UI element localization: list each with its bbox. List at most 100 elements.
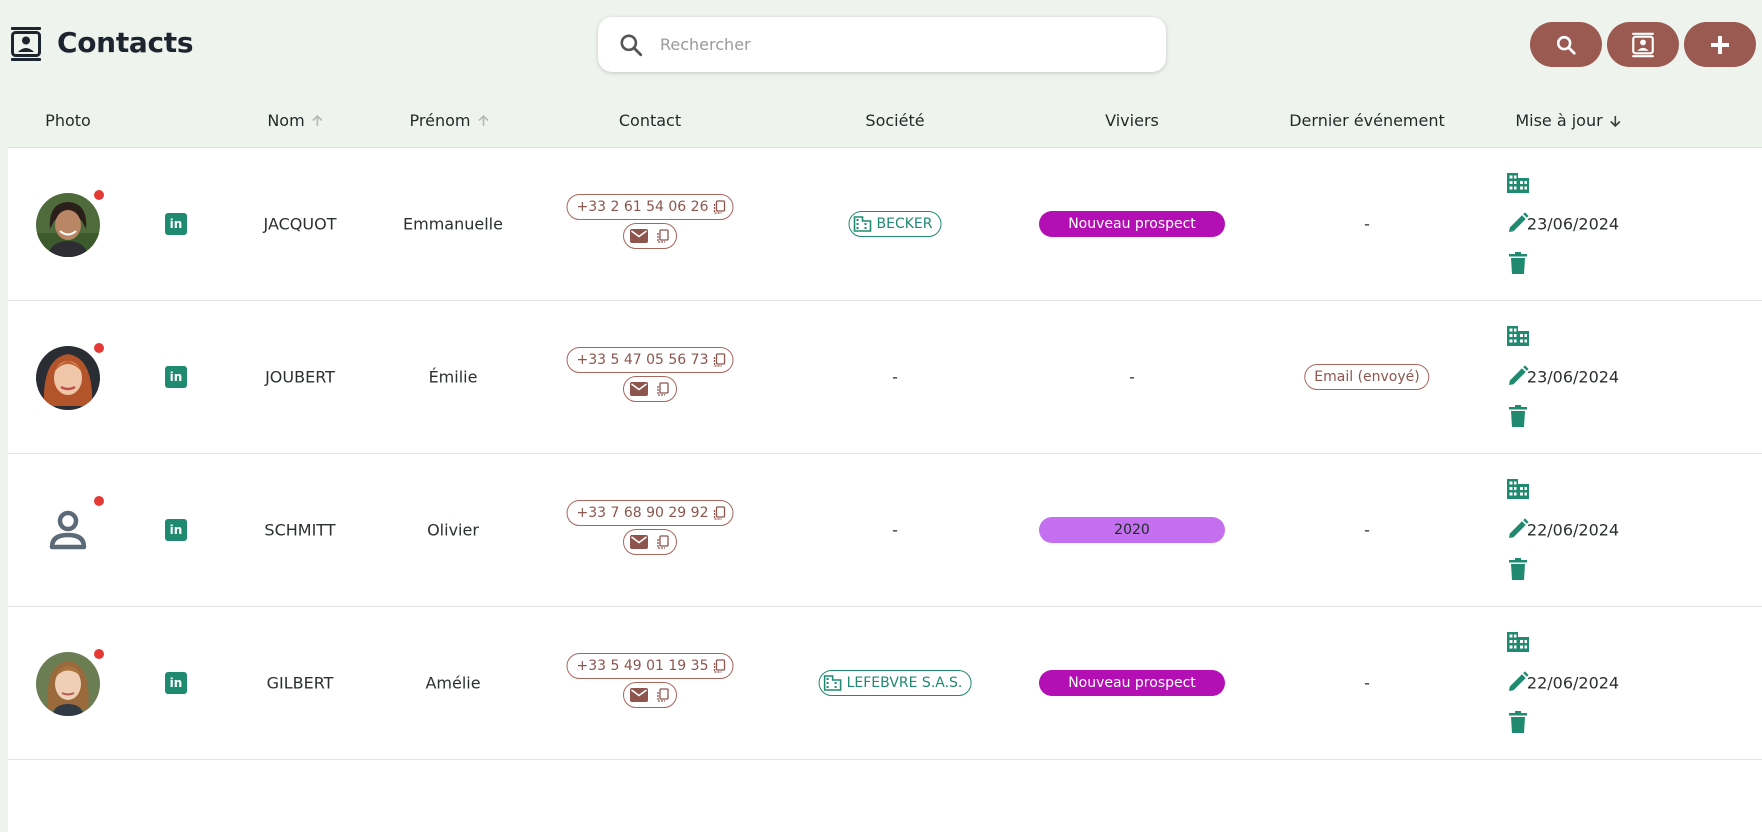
phone-chip[interactable]: +33 2 61 54 06 26 <box>566 194 734 220</box>
email-chip[interactable] <box>623 376 677 402</box>
company-link-button[interactable] <box>1503 474 1533 504</box>
table-row[interactable]: in GILBERT Amélie +33 5 49 01 19 35 LEFE… <box>8 607 1762 760</box>
contacts-icon <box>11 27 41 61</box>
cell-dernier-evenement: - <box>1364 674 1370 693</box>
trash-icon <box>1509 405 1527 427</box>
mail-icon[interactable] <box>630 229 648 243</box>
cell-mise-a-jour: 23/06/2024 <box>1526 367 1620 387</box>
table-row[interactable]: in JACQUOT Emmanuelle +33 2 61 54 06 26 … <box>8 148 1762 301</box>
status-dot <box>94 649 104 659</box>
mail-icon[interactable] <box>630 535 648 549</box>
linkedin-icon[interactable]: in <box>165 519 187 541</box>
company-chip[interactable]: LEFEBVRE S.A.S. <box>818 670 972 696</box>
phone-number: +33 2 61 54 06 26 <box>576 199 709 215</box>
cell-viviers: 2020 <box>1039 517 1225 543</box>
plus-icon <box>1711 35 1729 54</box>
copy-icon[interactable] <box>712 200 726 214</box>
company-empty: - <box>892 520 898 540</box>
cell-mise-a-jour: 22/06/2024 <box>1526 520 1620 540</box>
mail-icon[interactable] <box>630 688 648 702</box>
phone-number: +33 5 47 05 56 73 <box>576 352 709 368</box>
trash-icon <box>1509 558 1527 580</box>
cell-societe: - <box>892 368 898 387</box>
cell-nom: GILBERT <box>266 673 334 693</box>
edit-button[interactable] <box>1503 667 1533 697</box>
cell-societe: BECKER <box>848 211 942 237</box>
cell-prenom: Amélie <box>425 673 481 693</box>
search-input[interactable] <box>660 25 1150 63</box>
avatar <box>36 346 100 410</box>
cell-mise-a-jour: 22/06/2024 <box>1526 673 1620 693</box>
mail-icon[interactable] <box>630 382 648 396</box>
copy-icon[interactable] <box>712 659 726 673</box>
app-header: Contacts <box>0 0 1762 92</box>
cell-nom: SCHMITT <box>264 520 336 540</box>
company-empty: - <box>892 367 898 387</box>
cell-viviers: - <box>1129 368 1135 387</box>
event-empty: - <box>1364 214 1370 234</box>
table-row[interactable]: in SCHMITT Olivier +33 7 68 90 29 92 - 2… <box>8 454 1762 607</box>
trash-icon <box>1509 711 1527 733</box>
delete-button[interactable] <box>1503 554 1533 584</box>
email-chip[interactable] <box>623 529 677 555</box>
company-link-button[interactable] <box>1503 627 1533 657</box>
search-icon <box>620 34 643 57</box>
avatar <box>36 193 100 257</box>
column-prenom[interactable]: Prénom <box>410 111 491 130</box>
company-link-button[interactable] <box>1503 321 1533 351</box>
column-contact: Contact <box>618 111 682 130</box>
company-chip[interactable]: BECKER <box>848 211 942 237</box>
copy-icon[interactable] <box>656 229 670 243</box>
avatar-photo <box>36 193 100 257</box>
email-chip[interactable] <box>623 682 677 708</box>
avatar <box>36 499 100 563</box>
page-title: Contacts <box>57 26 194 59</box>
email-chip[interactable] <box>623 223 677 249</box>
delete-button[interactable] <box>1503 707 1533 737</box>
status-dot <box>94 190 104 200</box>
vivier-empty: - <box>1129 367 1135 387</box>
building-icon <box>1507 326 1529 346</box>
pencil-icon <box>1509 212 1529 232</box>
search-bar[interactable] <box>598 17 1166 72</box>
cell-viviers: Nouveau prospect <box>1039 211 1225 237</box>
edit-button[interactable] <box>1503 208 1533 238</box>
delete-button[interactable] <box>1503 248 1533 278</box>
linkedin-icon[interactable]: in <box>165 672 187 694</box>
cell-dernier-evenement: - <box>1364 521 1370 540</box>
phone-chip[interactable]: +33 7 68 90 29 92 <box>566 500 734 526</box>
sort-desc-icon <box>1610 115 1621 127</box>
company-link-button[interactable] <box>1503 168 1533 198</box>
event-empty: - <box>1364 520 1370 540</box>
advanced-search-button[interactable] <box>1530 22 1602 67</box>
edit-button[interactable] <box>1503 361 1533 391</box>
column-mise-a-jour[interactable]: Mise à jour <box>1515 111 1622 130</box>
status-dot <box>94 496 104 506</box>
delete-button[interactable] <box>1503 401 1533 431</box>
copy-icon[interactable] <box>656 688 670 702</box>
vivier-badge: 2020 <box>1039 517 1225 543</box>
event-chip[interactable]: Email (envoyé) <box>1304 364 1430 390</box>
copy-icon[interactable] <box>656 382 670 396</box>
pencil-icon <box>1509 518 1529 538</box>
copy-icon[interactable] <box>656 535 670 549</box>
column-photo: Photo <box>45 111 91 130</box>
add-contact-button[interactable] <box>1684 22 1756 67</box>
building-icon <box>1507 632 1529 652</box>
contact-card-icon <box>1632 32 1654 57</box>
phone-number: +33 5 49 01 19 35 <box>576 658 709 674</box>
phone-chip[interactable]: +33 5 49 01 19 35 <box>566 653 734 679</box>
company-name: BECKER <box>876 216 933 232</box>
phone-number: +33 7 68 90 29 92 <box>576 505 709 521</box>
linkedin-icon[interactable]: in <box>165 366 187 388</box>
column-dernier-evenement: Dernier événement <box>1289 111 1445 130</box>
edit-button[interactable] <box>1503 514 1533 544</box>
column-nom[interactable]: Nom <box>267 111 324 130</box>
copy-icon[interactable] <box>712 353 726 367</box>
contact-card-button[interactable] <box>1607 22 1679 67</box>
table-row[interactable]: in JOUBERT Émilie +33 5 47 05 56 73 - - <box>8 301 1762 454</box>
linkedin-icon[interactable]: in <box>165 213 187 235</box>
phone-chip[interactable]: +33 5 47 05 56 73 <box>566 347 734 373</box>
copy-icon[interactable] <box>712 506 726 520</box>
pencil-icon <box>1509 671 1529 691</box>
